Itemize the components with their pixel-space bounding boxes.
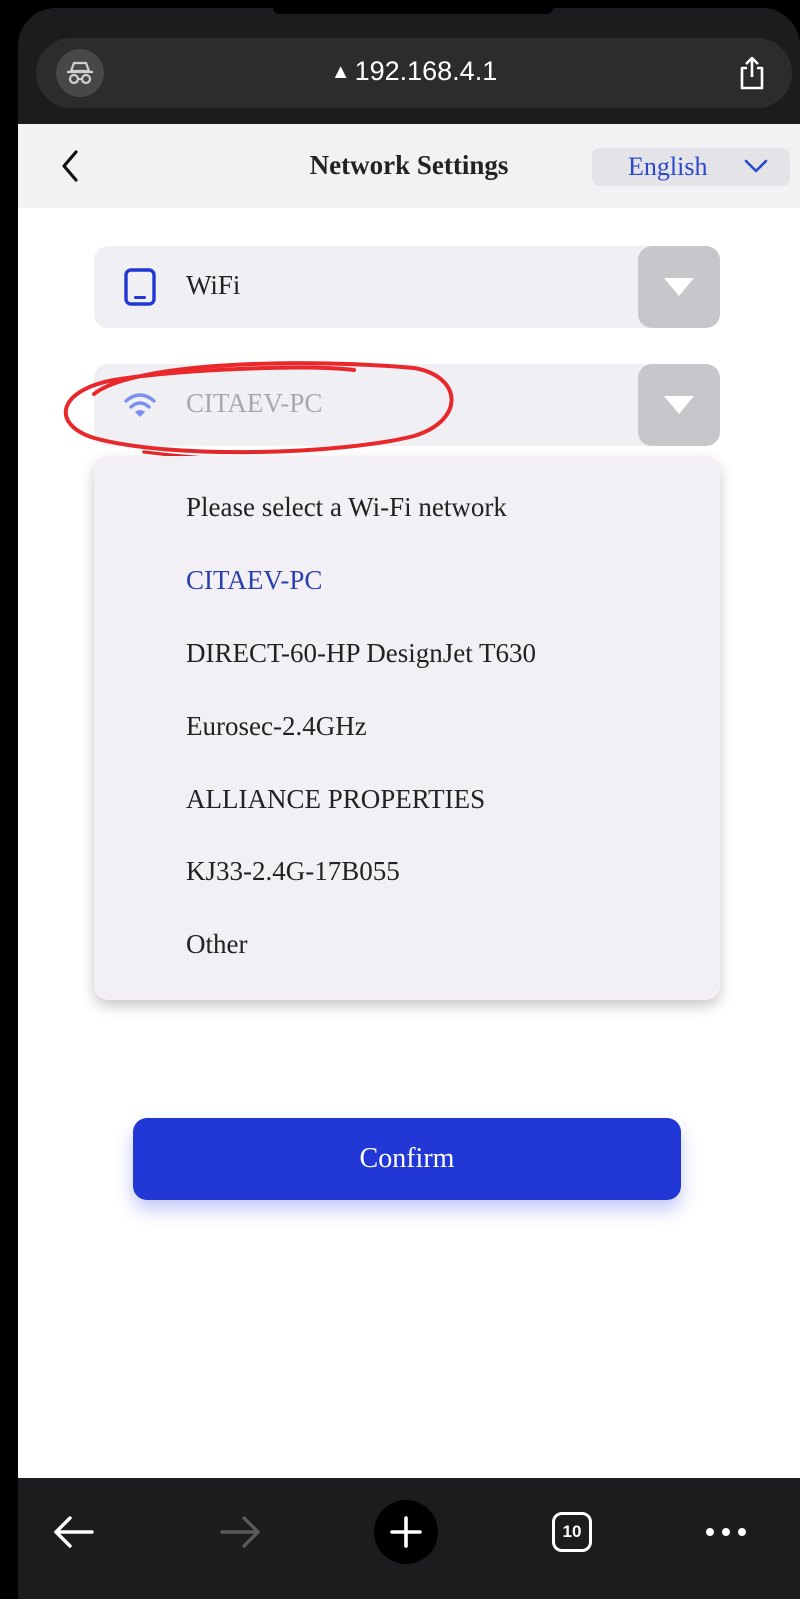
list-item[interactable]: Eurosec-2.4GHz (186, 711, 367, 742)
browser-top-bar: ▲ 192.168.4.1 (18, 8, 800, 124)
plus-icon[interactable] (374, 1500, 438, 1564)
dropdown-arrow-icon[interactable] (638, 246, 720, 328)
arrow-left-icon[interactable] (42, 1500, 106, 1564)
tablet-icon (122, 266, 158, 308)
wifi-icon (122, 384, 158, 426)
network-value: CITAEV-PC (186, 388, 323, 418)
language-label: English (628, 152, 708, 181)
list-item[interactable]: KJ33-2.4G-17B055 (186, 856, 400, 887)
list-item[interactable]: Please select a Wi-Fi network (186, 492, 507, 523)
address-bar[interactable]: ▲ 192.168.4.1 (36, 38, 792, 108)
share-icon[interactable] (730, 50, 774, 96)
more-icon[interactable] (694, 1500, 758, 1564)
list-item[interactable]: Other (186, 929, 247, 960)
dropdown-arrow-icon[interactable] (638, 364, 720, 446)
list-item[interactable]: DIRECT-60-HP DesignJet T630 (186, 638, 536, 669)
list-item[interactable]: ALLIANCE PROPERTIES (186, 784, 485, 815)
language-select[interactable]: English (592, 148, 790, 186)
phone-frame: ▲ 192.168.4.1 Network Settings English W… (0, 0, 800, 1599)
tab-count: 10 (552, 1512, 592, 1552)
notch (273, 8, 553, 14)
warning-triangle-icon: ▲ (330, 61, 351, 83)
page: Network Settings English WiFi CITAEV-PC … (18, 124, 800, 1478)
chevron-down-icon (744, 158, 768, 179)
list-item-selected[interactable]: CITAEV-PC (186, 565, 322, 596)
arrow-right-icon[interactable] (208, 1500, 272, 1564)
connection-mode-value: WiFi (186, 270, 241, 300)
page-header: Network Settings English (18, 124, 800, 208)
confirm-button[interactable]: Confirm (133, 1118, 681, 1200)
network-dropdown-list: Please select a Wi-Fi network CITAEV-PC … (94, 456, 720, 1000)
network-select[interactable]: CITAEV-PC (94, 364, 720, 446)
frame-corner (0, 1555, 18, 1599)
url-text[interactable]: ▲ 192.168.4.1 (36, 56, 792, 87)
tabs-icon[interactable]: 10 (540, 1500, 604, 1564)
browser-bottom-toolbar: 10 (18, 1478, 800, 1599)
screen: ▲ 192.168.4.1 Network Settings English W… (18, 8, 800, 1599)
connection-mode-select[interactable]: WiFi (94, 246, 720, 328)
url-label: 192.168.4.1 (354, 56, 498, 86)
